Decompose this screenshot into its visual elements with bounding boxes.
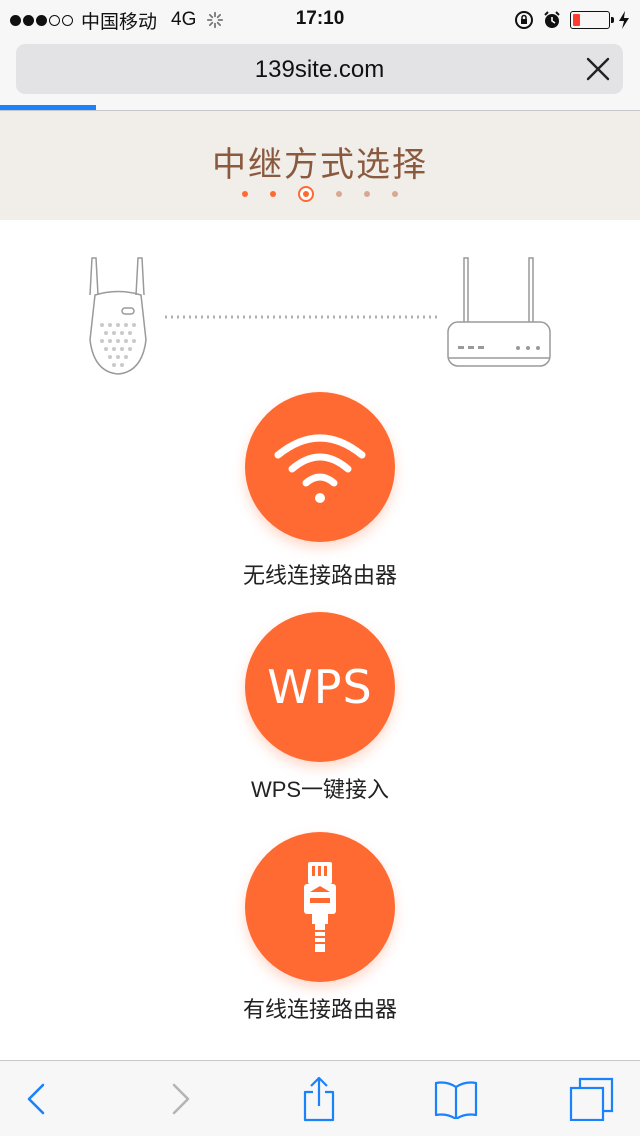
step-dot: [242, 191, 248, 197]
option-wired[interactable]: 有线连接路由器: [0, 832, 640, 1026]
battery-icon: [570, 11, 614, 29]
option-label: WPS一键接入: [250, 777, 390, 802]
url-text[interactable]: 139site.com: [16, 56, 623, 84]
battery-level: [573, 14, 580, 26]
forward-icon: [172, 1083, 190, 1115]
back-button[interactable]: [12, 1075, 62, 1123]
wired-button[interactable]: [245, 832, 395, 982]
step-dot: [392, 191, 398, 197]
browser-url-area: 139site.com: [0, 40, 640, 110]
router-icon: [447, 257, 551, 367]
step-dot: [336, 191, 342, 197]
step-indicator: [0, 186, 640, 202]
share-button[interactable]: [294, 1075, 344, 1123]
status-right: [514, 8, 630, 32]
browser-toolbar: [0, 1060, 640, 1136]
page-title: 中继方式选择: [212, 146, 428, 184]
wps-icon: WPS: [267, 660, 373, 714]
bookmarks-icon: [434, 1081, 478, 1119]
forward-button[interactable]: [155, 1075, 205, 1123]
alarm-icon: [544, 11, 560, 28]
step-dot: [270, 191, 276, 197]
option-label: 有线连接路由器: [242, 997, 397, 1022]
address-bar[interactable]: 139site.com: [16, 44, 623, 94]
tabs-icon: [569, 1077, 614, 1121]
ethernet-cable-icon: [304, 862, 336, 952]
back-icon: [27, 1083, 45, 1115]
bookmarks-button[interactable]: [431, 1075, 481, 1123]
rotation-lock-icon: [515, 11, 533, 29]
wps-button[interactable]: WPS: [245, 612, 395, 762]
wireless-button[interactable]: [245, 392, 395, 542]
charging-bolt-icon: [619, 11, 629, 29]
repeater-icon: [89, 257, 147, 375]
option-label: 无线连接路由器: [242, 563, 397, 588]
tabs-button[interactable]: [566, 1075, 616, 1123]
wifi-icon: [274, 434, 366, 503]
close-icon[interactable]: [585, 56, 611, 82]
option-wireless[interactable]: 无线连接路由器: [0, 392, 640, 592]
step-dot: [364, 191, 370, 197]
step-dot-active: [298, 186, 314, 202]
option-wps[interactable]: WPS WPS一键接入: [0, 612, 640, 802]
status-bar: 中国移动 4G 17:10: [0, 0, 640, 40]
share-icon: [303, 1076, 335, 1122]
page-header: 中继方式选择: [0, 111, 640, 220]
connection-illustration: [89, 257, 551, 375]
